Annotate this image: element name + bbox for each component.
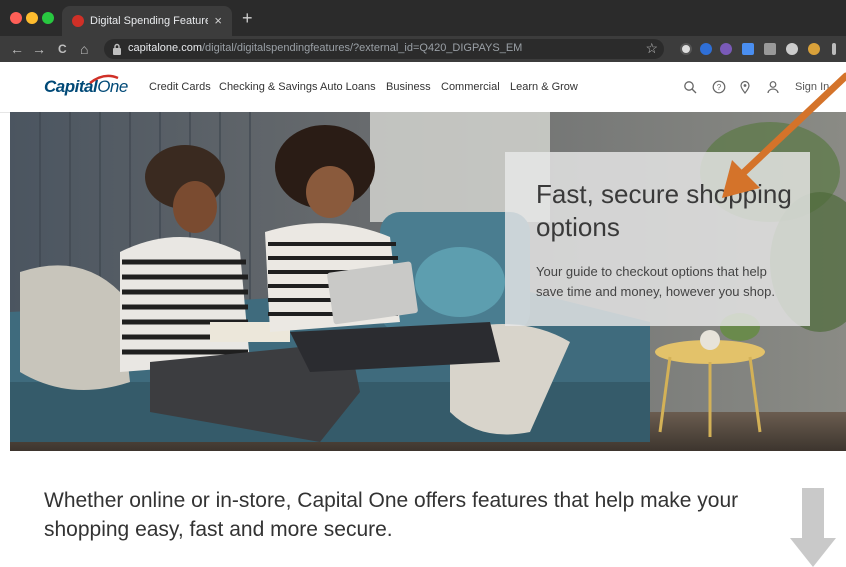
hero-subtitle: Your guide to checkout options that help…	[536, 264, 775, 299]
new-tab-button[interactable]: +	[242, 9, 253, 27]
nav-commercial[interactable]: Commercial	[441, 81, 500, 93]
close-window-button[interactable]	[10, 12, 22, 24]
capital-one-favicon-icon	[72, 15, 84, 27]
intro-text: Whether online or in-store, Capital One …	[44, 489, 739, 541]
search-icon[interactable]	[683, 80, 697, 94]
browser-tab-bar: Digital Spending Features | Ca × +	[0, 0, 846, 36]
tab-title: Digital Spending Features | Ca	[90, 15, 208, 27]
logo-swoosh-icon	[89, 74, 119, 84]
camera-extension-icon[interactable]	[764, 43, 776, 55]
minimize-window-button[interactable]	[26, 12, 38, 24]
extension-square-icon[interactable]	[742, 43, 754, 55]
profile-avatar-icon[interactable]	[808, 43, 820, 55]
nav-business[interactable]: Business	[386, 81, 431, 93]
browser-menu-icon[interactable]	[832, 43, 836, 55]
reload-button[interactable]: C	[58, 40, 67, 58]
home-button[interactable]: ⌂	[80, 40, 88, 58]
extensions-puzzle-icon[interactable]	[786, 43, 798, 55]
extension-circle-icon[interactable]	[680, 43, 692, 55]
extension-blue-icon[interactable]	[700, 43, 712, 55]
tab-close-icon[interactable]: ×	[214, 13, 222, 28]
maximize-window-button[interactable]	[42, 12, 54, 24]
browser-toolbar: ← → C ⌂ capitalone.com/digital/digitalsp…	[0, 36, 846, 62]
back-button[interactable]: ←	[10, 40, 24, 58]
scroll-down-arrow-icon	[790, 488, 836, 567]
nav-auto-loans[interactable]: Auto Loans	[320, 81, 376, 93]
bookmark-star-icon[interactable]: ☆	[645, 40, 658, 57]
nav-credit-cards[interactable]: Credit Cards	[149, 81, 211, 93]
nav-learn-grow[interactable]: Learn & Grow	[510, 81, 578, 93]
forward-button[interactable]: →	[32, 40, 46, 58]
annotation-arrow-icon	[722, 72, 846, 198]
browser-tab[interactable]: Digital Spending Features | Ca ×	[62, 6, 232, 36]
nav-checking-savings[interactable]: Checking & Savings	[219, 81, 317, 93]
url-text: capitalone.com/digital/digitalspendingfe…	[128, 42, 523, 54]
address-bar[interactable]: capitalone.com/digital/digitalspendingfe…	[104, 39, 664, 59]
pocket-extension-icon[interactable]	[720, 43, 732, 55]
lock-icon	[113, 43, 121, 55]
